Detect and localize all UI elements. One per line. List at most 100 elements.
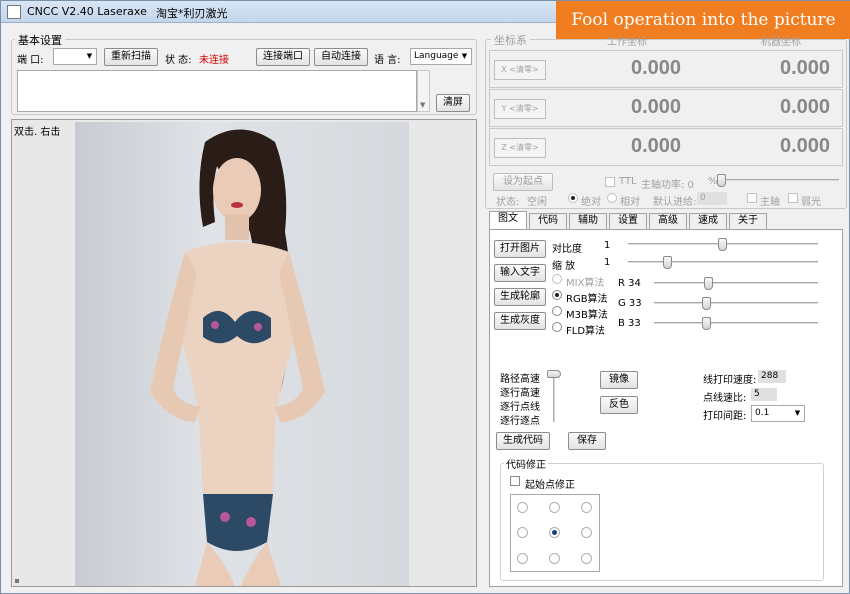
generate-grayscale-button[interactable]: 生成灰度 xyxy=(494,312,546,330)
invert-button[interactable]: 反色 xyxy=(600,396,638,414)
input-text-button[interactable]: 输入文字 xyxy=(494,264,546,282)
mix-algo-radio[interactable] xyxy=(552,274,562,284)
work-coords-header: 工作坐标 xyxy=(607,37,647,48)
chevron-down-icon: ▼ xyxy=(461,52,468,60)
status-value: 未连接 xyxy=(199,55,229,66)
r-channel-label: R 34 xyxy=(618,278,641,289)
ttl-label: TTL xyxy=(619,176,637,187)
port-select[interactable]: ▼ xyxy=(53,48,97,65)
image-canvas[interactable]: 双击. 右击 xyxy=(11,119,477,587)
spindle-power-slider[interactable] xyxy=(717,174,839,187)
tab-about[interactable]: 关于 xyxy=(729,213,767,229)
print-spacing-value: 0.1 xyxy=(755,408,770,418)
rescan-button[interactable]: 重新扫描 xyxy=(104,48,158,66)
slider-thumb[interactable] xyxy=(704,277,713,290)
start-point-middle-right[interactable] xyxy=(581,527,592,538)
start-point-top-center[interactable] xyxy=(549,502,560,513)
chevron-down-icon: ▼ xyxy=(86,52,93,60)
rgb-algo-label: RGB算法 xyxy=(566,294,608,305)
b-channel-slider[interactable] xyxy=(654,317,818,330)
contrast-value: 1 xyxy=(604,240,611,251)
preview-image xyxy=(75,122,409,586)
coord-row-y: Y <清零> 0.000 0.000 xyxy=(489,89,843,127)
state-label: 状态: xyxy=(496,197,520,208)
main-window: CNCC V2.40 Laseraxe 淘宝*利刃激光 Fool operati… xyxy=(0,0,850,594)
fld-algo-radio[interactable] xyxy=(552,322,562,332)
language-select[interactable]: Language ▼ xyxy=(410,48,472,65)
coord-row-x: X <清零> 0.000 0.000 xyxy=(489,50,843,88)
spindle-checkbox[interactable] xyxy=(747,193,757,203)
basic-settings-title: 基本设置 xyxy=(15,32,65,48)
slider-thumb[interactable] xyxy=(702,317,711,330)
start-point-middle-left[interactable] xyxy=(517,527,528,538)
start-point-center[interactable] xyxy=(549,527,560,538)
slider-thumb[interactable] xyxy=(717,174,726,187)
tab-aux[interactable]: 辅助 xyxy=(569,213,607,229)
m3b-algo-radio[interactable] xyxy=(552,306,562,316)
scale-slider[interactable] xyxy=(628,256,818,269)
default-feed-input[interactable]: 0 xyxy=(697,192,727,205)
slider-thumb[interactable] xyxy=(663,256,672,269)
mix-algo-label: MIX算法 xyxy=(566,278,605,289)
scroll-down-icon[interactable]: ▼ xyxy=(420,101,425,109)
start-point-bottom-center[interactable] xyxy=(549,553,560,564)
dot-ratio-input[interactable]: 5 xyxy=(751,388,777,401)
g-channel-slider[interactable] xyxy=(654,297,818,310)
machine-coords-header: 机器坐标 xyxy=(761,37,801,48)
coord-row-z: Z <清零> 0.000 0.000 xyxy=(489,128,843,166)
start-fix-checkbox[interactable] xyxy=(510,476,520,486)
absolute-radio[interactable] xyxy=(568,193,578,203)
set-origin-button[interactable]: 设为起点 xyxy=(493,173,553,191)
start-point-bottom-left[interactable] xyxy=(517,553,528,564)
line-speed-input[interactable]: 288 xyxy=(758,370,786,383)
relative-radio[interactable] xyxy=(607,193,617,203)
mode-path-fast: 路径高速 xyxy=(500,374,540,385)
print-spacing-select[interactable]: 0.1 ▼ xyxy=(751,405,805,422)
auto-connect-button[interactable]: 自动连接 xyxy=(314,48,368,66)
g-channel-label: G 33 xyxy=(618,298,642,309)
tab-settings[interactable]: 设置 xyxy=(609,213,647,229)
app-icon xyxy=(7,5,21,19)
weak-light-checkbox[interactable] xyxy=(788,193,798,203)
start-point-grid xyxy=(510,494,600,572)
zero-x-button[interactable]: X <清零> xyxy=(494,60,546,80)
tab-advanced[interactable]: 高级 xyxy=(649,213,687,229)
console-output[interactable] xyxy=(17,70,417,112)
canvas-corner-marker xyxy=(15,579,19,583)
tab-code[interactable]: 代码 xyxy=(529,213,567,229)
contrast-slider[interactable] xyxy=(628,238,818,251)
slider-thumb[interactable] xyxy=(702,297,711,310)
zero-z-button[interactable]: Z <清零> xyxy=(494,138,546,158)
generate-code-button[interactable]: 生成代码 xyxy=(496,432,550,450)
generate-outline-button[interactable]: 生成轮廓 xyxy=(494,288,546,306)
print-spacing-label: 打印间距: xyxy=(703,411,747,422)
work-y-value: 0.000 xyxy=(631,96,682,118)
zero-y-button[interactable]: Y <清零> xyxy=(494,99,546,119)
rgb-algo-radio[interactable] xyxy=(552,290,562,300)
open-image-button[interactable]: 打开图片 xyxy=(494,240,546,258)
r-channel-slider[interactable] xyxy=(654,277,818,290)
absolute-label: 绝对 xyxy=(581,197,601,208)
scale-label: 缩 放 xyxy=(552,261,576,272)
port-label: 端 口: xyxy=(17,55,44,66)
tab-quick[interactable]: 速成 xyxy=(689,213,727,229)
start-point-top-left[interactable] xyxy=(517,502,528,513)
window-subtitle: 淘宝*利刃激光 xyxy=(156,7,228,20)
model-figure xyxy=(150,129,325,586)
mirror-button[interactable]: 镜像 xyxy=(600,371,638,389)
spindle-power-label: 主轴功率: 0 xyxy=(641,180,694,191)
save-button[interactable]: 保存 xyxy=(568,432,606,450)
tab-image[interactable]: 图文 xyxy=(489,211,527,229)
work-z-value: 0.000 xyxy=(631,135,682,157)
start-point-top-right[interactable] xyxy=(581,502,592,513)
window-title: CNCC V2.40 Laseraxe xyxy=(27,5,147,18)
ttl-checkbox[interactable] xyxy=(605,177,615,187)
clear-screen-button[interactable]: 清屏 xyxy=(436,94,470,112)
console-scrollbar[interactable]: ▼ xyxy=(417,70,430,112)
slider-thumb[interactable] xyxy=(718,238,727,251)
mode-slider-thumb[interactable] xyxy=(547,370,561,378)
connect-port-button[interactable]: 连接端口 xyxy=(256,48,310,66)
contrast-label: 对比度 xyxy=(552,244,582,255)
start-fix-label: 起始点修正 xyxy=(525,480,575,491)
start-point-bottom-right[interactable] xyxy=(581,553,592,564)
